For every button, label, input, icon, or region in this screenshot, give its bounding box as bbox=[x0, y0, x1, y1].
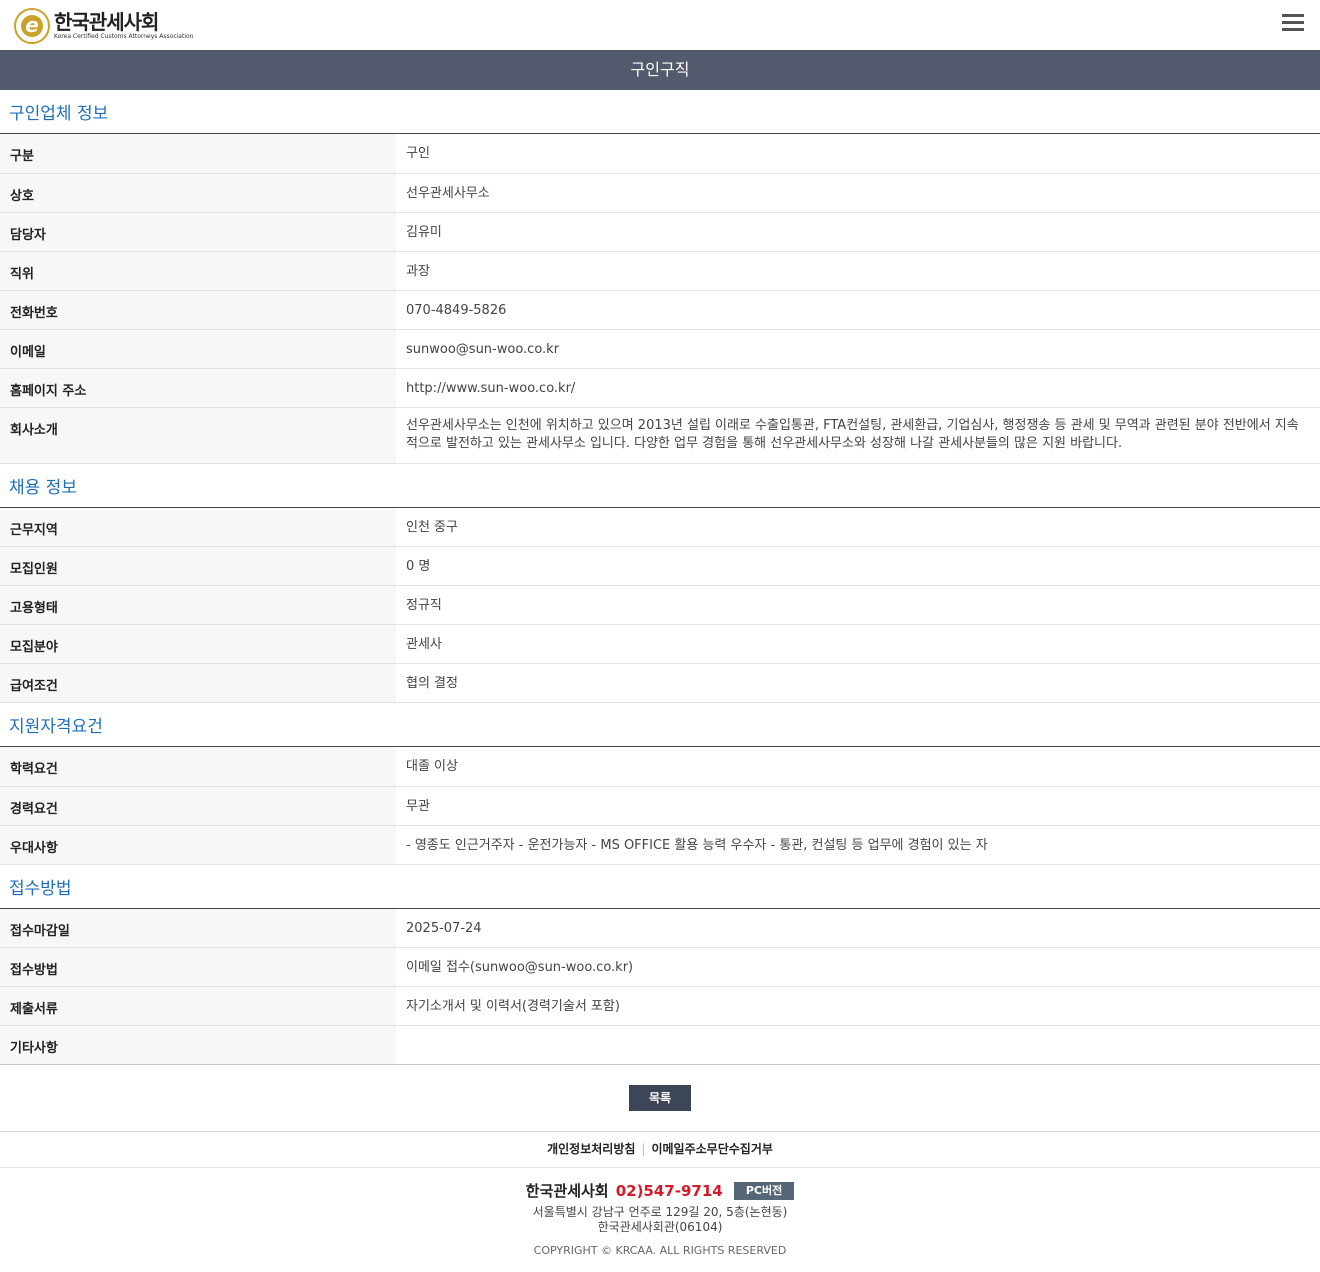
footer-phone[interactable]: 02)547-9714 bbox=[616, 1182, 723, 1200]
row-label: 모집분야 bbox=[0, 624, 396, 664]
row-label: 구분 bbox=[0, 134, 396, 174]
row-value: - 영종도 인근거주자 - 운전가능자 - MS OFFICE 활용 능력 우수… bbox=[396, 825, 1320, 865]
footer-org-name: 한국관세사회 bbox=[525, 1182, 609, 1200]
row-value: 070-4849-5826 bbox=[396, 290, 1320, 330]
footer-links: 개인정보처리방침 | 이메일주소무단수집거부 bbox=[0, 1132, 1320, 1168]
footer-info: 한국관세사회 02)547-9714 PC버전 서울특별시 강남구 언주로 12… bbox=[0, 1168, 1320, 1257]
table-row: 급여조건 협의 결정 bbox=[0, 663, 1320, 703]
table-row: 접수방법 이메일 접수(sunwoo@sun-woo.co.kr) bbox=[0, 947, 1320, 987]
section-title-company: 구인업체 정보 bbox=[0, 90, 1320, 134]
table-row: 기타사항 bbox=[0, 1025, 1320, 1065]
privacy-policy-link[interactable]: 개인정보처리방침 bbox=[547, 1142, 635, 1156]
company-info-table: 구분 구인 상호 선우관세사무소 담당자 김유미 직위 과장 전화번호 070-4849-… bbox=[0, 134, 1320, 464]
row-label: 경력요건 bbox=[0, 786, 396, 826]
section-title-recruit: 채용 정보 bbox=[0, 464, 1320, 508]
list-button[interactable]: 목록 bbox=[629, 1085, 691, 1111]
table-row: 전화번호 070-4849-5826 bbox=[0, 290, 1320, 330]
row-label: 직위 bbox=[0, 251, 396, 291]
table-row: 접수마감일 2025-07-24 bbox=[0, 908, 1320, 948]
row-value: 무관 bbox=[396, 786, 1320, 826]
footer-copyright: COPYRIGHT © KRCAA. ALL RIGHTS RESERVED bbox=[533, 1244, 787, 1257]
row-value: 정규직 bbox=[396, 585, 1320, 625]
table-row: 모집분야 관세사 bbox=[0, 624, 1320, 664]
table-row: 이메일 sunwoo@sun-woo.co.kr bbox=[0, 329, 1320, 369]
list-button-area: 목록 bbox=[0, 1065, 1320, 1132]
table-row: 근무지역 인천 중구 bbox=[0, 507, 1320, 547]
row-label: 담당자 bbox=[0, 212, 396, 252]
table-row: 고용형태 정규직 bbox=[0, 585, 1320, 625]
footer-address-line1: 서울특별시 강남구 언주로 129길 20, 5층(논현동) bbox=[532, 1205, 788, 1219]
row-value: 과장 bbox=[396, 251, 1320, 291]
row-value: 자기소개서 및 이력서(경력기술서 포함) bbox=[396, 986, 1320, 1026]
row-label: 기타사항 bbox=[0, 1025, 396, 1065]
row-label: 상호 bbox=[0, 173, 396, 213]
table-row: 회사소개 선우관세사무소는 인천에 위치하고 있으며 2013년 설립 이래로 수… bbox=[0, 407, 1320, 464]
row-value: sunwoo@sun-woo.co.kr bbox=[396, 329, 1320, 369]
email-refusal-link[interactable]: 이메일주소무단수집거부 bbox=[651, 1142, 772, 1156]
table-row: 제출서류 자기소개서 및 이력서(경력기술서 포함) bbox=[0, 986, 1320, 1026]
row-value: 인천 중구 bbox=[396, 507, 1320, 547]
site-logo[interactable]: 한국관세사회 Korea Certified Customs Attorneys… bbox=[14, 8, 193, 44]
pc-version-button[interactable]: PC버전 bbox=[733, 1182, 795, 1200]
section-title-apply: 접수방법 bbox=[0, 865, 1320, 909]
hamburger-menu-icon[interactable] bbox=[1282, 14, 1304, 32]
row-value: 구인 bbox=[396, 134, 1320, 174]
recruit-info-table: 근무지역 인천 중구 모집인원 0 명 고용형태 정규직 모집분야 관세사 급여조건 협의… bbox=[0, 507, 1320, 703]
logo-subtitle: Korea Certified Customs Attorneys Associ… bbox=[54, 33, 194, 40]
row-value: http://www.sun-woo.co.kr/ bbox=[396, 368, 1320, 408]
row-value: 대졸 이상 bbox=[396, 747, 1320, 787]
row-label: 이메일 bbox=[0, 329, 396, 369]
table-row: 경력요건 무관 bbox=[0, 786, 1320, 826]
table-row: 우대사항 - 영종도 인근거주자 - 운전가능자 - MS OFFICE 활용 능… bbox=[0, 825, 1320, 865]
row-label: 급여조건 bbox=[0, 663, 396, 703]
row-label: 학력요건 bbox=[0, 747, 396, 787]
qualification-info-table: 학력요건 대졸 이상 경력요건 무관 우대사항 - 영종도 인근거주자 - 운전가능자… bbox=[0, 747, 1320, 865]
site-header: 한국관세사회 Korea Certified Customs Attorneys… bbox=[0, 0, 1320, 50]
row-label: 고용형태 bbox=[0, 585, 396, 625]
row-value: 선우관세사무소 bbox=[396, 173, 1320, 213]
row-value: 이메일 접수(sunwoo@sun-woo.co.kr) bbox=[396, 947, 1320, 987]
row-value: 협의 결정 bbox=[396, 663, 1320, 703]
row-label: 제출서류 bbox=[0, 986, 396, 1026]
row-label: 전화번호 bbox=[0, 290, 396, 330]
row-label: 우대사항 bbox=[0, 825, 396, 865]
row-label: 근무지역 bbox=[0, 507, 396, 547]
table-row: 학력요건 대졸 이상 bbox=[0, 747, 1320, 787]
row-value: 0 명 bbox=[396, 546, 1320, 586]
table-row: 구분 구인 bbox=[0, 134, 1320, 174]
row-value: 선우관세사무소는 인천에 위치하고 있으며 2013년 설립 이래로 수출입통관… bbox=[396, 407, 1320, 464]
section-title-qualification: 지원자격요건 bbox=[0, 703, 1320, 747]
row-value: 관세사 bbox=[396, 624, 1320, 664]
logo-name: 한국관세사회 bbox=[54, 10, 159, 34]
logo-emblem-icon bbox=[14, 8, 50, 44]
row-label: 모집인원 bbox=[0, 546, 396, 586]
table-row: 홈페이지 주소 http://www.sun-woo.co.kr/ bbox=[0, 368, 1320, 408]
row-value: 김유미 bbox=[396, 212, 1320, 252]
apply-info-table: 접수마감일 2025-07-24 접수방법 이메일 접수(sunwoo@sun-wo… bbox=[0, 908, 1320, 1065]
row-value: 2025-07-24 bbox=[396, 908, 1320, 948]
table-row: 상호 선우관세사무소 bbox=[0, 173, 1320, 213]
row-label: 홈페이지 주소 bbox=[0, 368, 396, 408]
table-row: 담당자 김유미 bbox=[0, 212, 1320, 252]
footer-address-line2: 한국관세사회관(06104) bbox=[597, 1220, 723, 1234]
footer-link-separator: | bbox=[641, 1142, 646, 1156]
table-row: 직위 과장 bbox=[0, 251, 1320, 291]
table-row: 모집인원 0 명 bbox=[0, 546, 1320, 586]
page-title: 구인구직 bbox=[0, 50, 1320, 90]
row-value bbox=[396, 1025, 1320, 1065]
row-label: 접수방법 bbox=[0, 947, 396, 987]
row-label: 접수마감일 bbox=[0, 908, 396, 948]
row-label: 회사소개 bbox=[0, 407, 396, 464]
